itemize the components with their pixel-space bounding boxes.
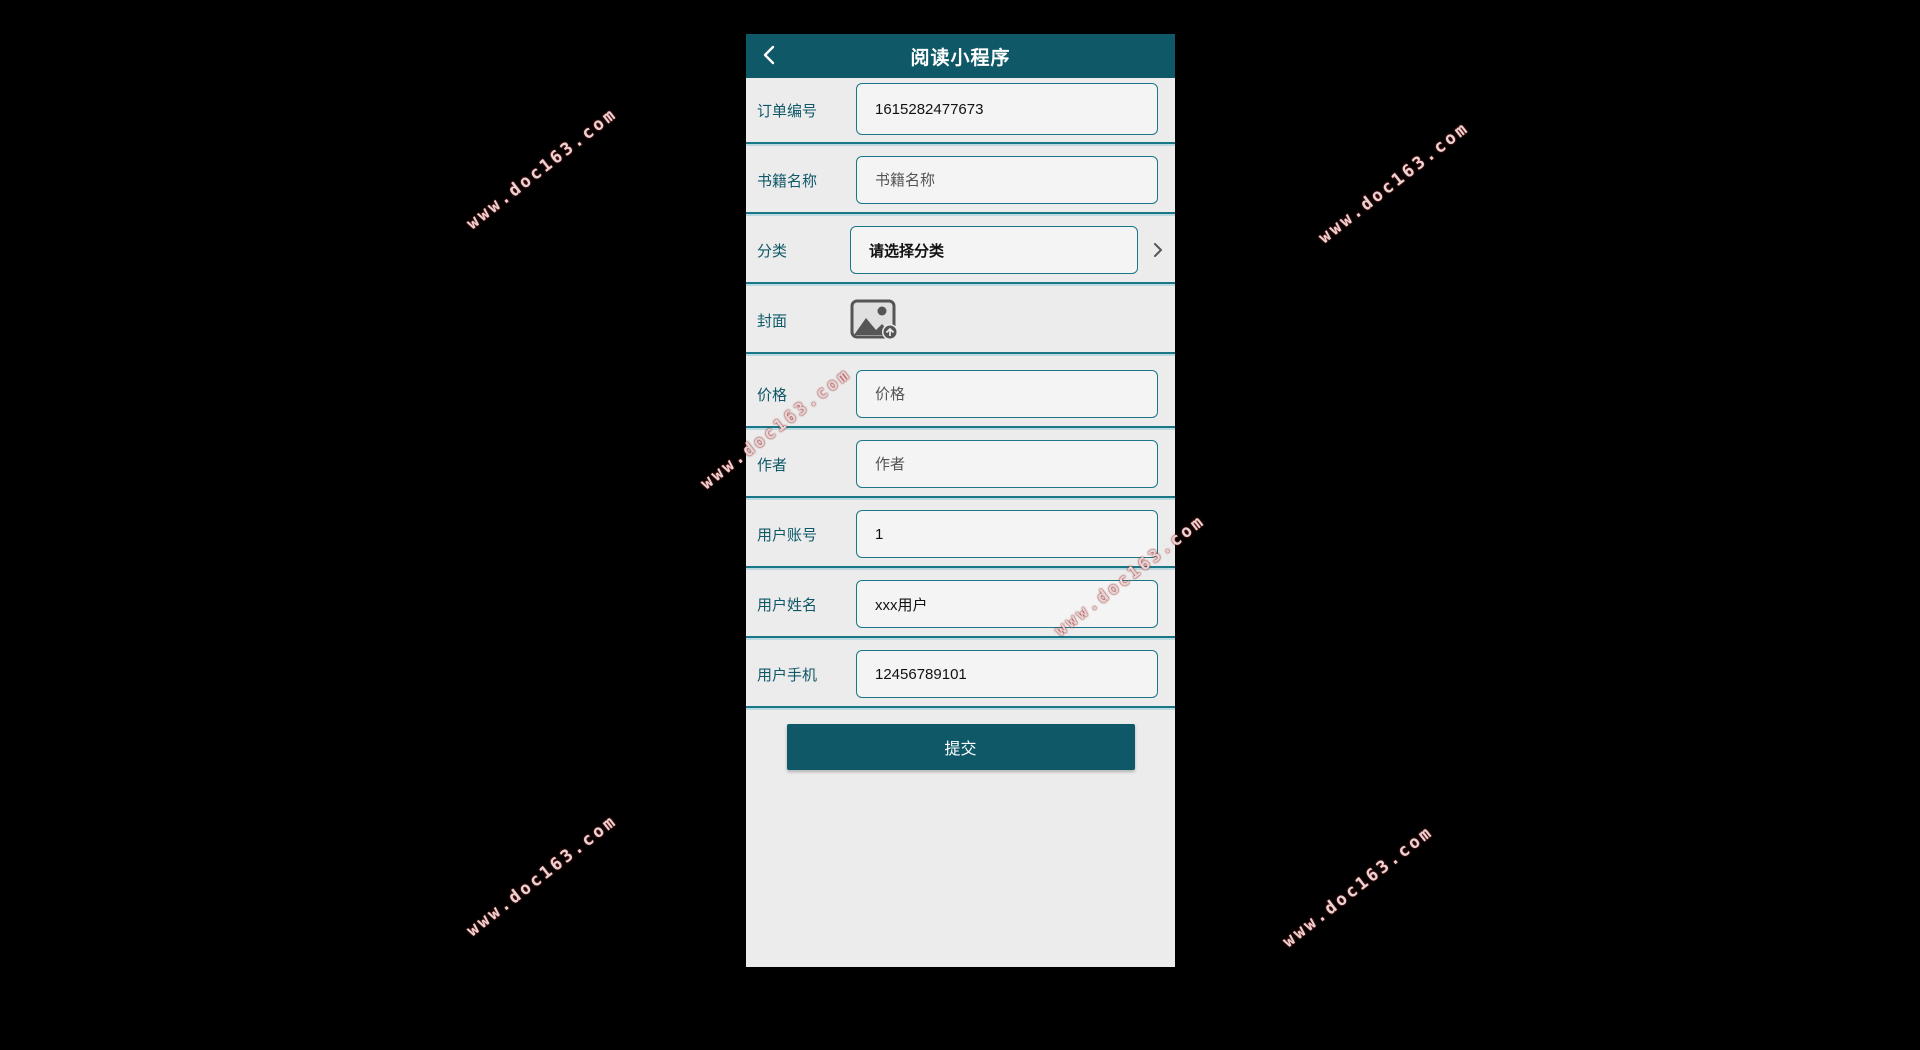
submit-button[interactable]: 提交 <box>786 724 1135 770</box>
form-row-cover: 封面 <box>746 288 1175 354</box>
watermark: www.doc163.com <box>463 810 622 941</box>
image-upload-icon[interactable] <box>850 298 900 342</box>
chevron-left-icon <box>763 45 775 65</box>
watermark: www.doc163.com <box>1315 117 1474 248</box>
user-account-input[interactable] <box>856 510 1158 558</box>
author-input[interactable] <box>856 440 1158 488</box>
user-account-label: 用户账号 <box>757 525 818 544</box>
cover-label: 封面 <box>757 311 788 330</box>
phone-screen: 阅读小程序 订单编号 书籍名称 分类 请选择分类 封面 价格 <box>746 34 1175 967</box>
user-phone-input[interactable] <box>856 650 1158 698</box>
order-no-input[interactable] <box>856 83 1158 135</box>
back-button[interactable] <box>754 40 784 70</box>
category-select-value: 请选择分类 <box>869 241 945 260</box>
user-name-label: 用户姓名 <box>757 595 818 614</box>
book-name-label: 书籍名称 <box>757 171 818 190</box>
watermark: www.doc163.com <box>1279 821 1438 952</box>
price-input[interactable] <box>856 370 1158 418</box>
user-name-input[interactable] <box>856 580 1158 628</box>
nav-bar: 阅读小程序 <box>746 34 1175 78</box>
form-row-user-account: 用户账号 <box>746 502 1175 568</box>
page-title: 阅读小程序 <box>910 46 1011 69</box>
book-name-input[interactable] <box>856 156 1158 204</box>
watermark: www.doc163.com <box>463 103 622 234</box>
category-label: 分类 <box>757 241 788 260</box>
price-label: 价格 <box>757 385 788 404</box>
chevron-right-icon[interactable] <box>1149 240 1167 260</box>
form-row-order-no: 订单编号 <box>746 78 1175 144</box>
form-row-user-name: 用户姓名 <box>746 572 1175 638</box>
form-row-price: 价格 <box>746 362 1175 428</box>
author-label: 作者 <box>757 455 788 474</box>
category-select[interactable]: 请选择分类 <box>850 226 1138 274</box>
form-row-book-name: 书籍名称 <box>746 148 1175 214</box>
form-row-user-phone: 用户手机 <box>746 642 1175 708</box>
user-phone-label: 用户手机 <box>757 665 818 684</box>
form-row-category: 分类 请选择分类 <box>746 218 1175 284</box>
order-no-label: 订单编号 <box>757 101 818 120</box>
form-row-author: 作者 <box>746 432 1175 498</box>
submit-area: 提交 <box>746 712 1175 770</box>
